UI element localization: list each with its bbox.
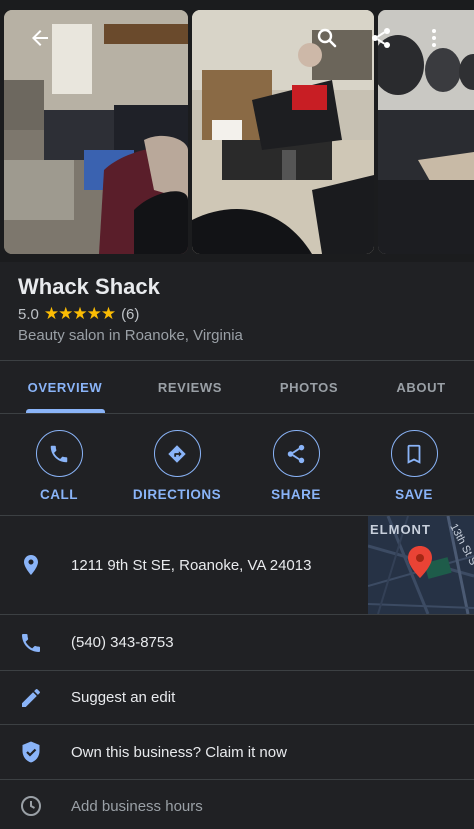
call-label: CALL — [40, 487, 78, 502]
address-text: 1211 9th St SE, Roanoke, VA 24013 — [71, 556, 312, 574]
address-row[interactable]: 1211 9th St SE, Roanoke, VA 24013 ELMONT… — [0, 516, 474, 615]
phone-icon — [0, 631, 62, 655]
tab-reviews[interactable]: REVIEWS — [130, 361, 250, 413]
verified-shield-icon — [0, 740, 62, 764]
save-label: SAVE — [395, 487, 433, 502]
star-rating-icon: ★★★★★ — [43, 304, 116, 323]
save-button[interactable]: SAVE — [359, 430, 469, 502]
place-title: Whack Shack — [18, 274, 160, 299]
share-icon — [272, 430, 320, 477]
tab-photos[interactable]: PHOTOS — [250, 361, 368, 413]
share-button[interactable]: SHARE — [241, 430, 351, 502]
pencil-icon — [0, 686, 62, 710]
place-category: Beauty salon in Roanoke, Virginia — [18, 327, 243, 344]
phone-text: (540) 343-8753 — [71, 634, 174, 651]
clock-icon — [0, 794, 62, 818]
active-tab-indicator — [26, 409, 105, 413]
add-hours-row[interactable]: Add business hours — [0, 780, 474, 829]
tab-bar: OVERVIEW REVIEWS PHOTOS ABOUT — [0, 360, 474, 414]
action-bar: CALL DIRECTIONS SHARE SAVE — [0, 414, 474, 516]
directions-icon — [153, 430, 201, 477]
directions-label: DIRECTIONS — [132, 487, 222, 502]
tab-overview[interactable]: OVERVIEW — [0, 361, 130, 413]
tab-about[interactable]: ABOUT — [368, 361, 474, 413]
share-icon[interactable] — [365, 22, 397, 54]
phone-row[interactable]: (540) 343-8753 — [0, 615, 474, 671]
bookmark-icon — [390, 430, 438, 477]
location-pin-icon — [0, 553, 62, 577]
claim-business-row[interactable]: Own this business? Claim it now — [0, 725, 474, 780]
more-vert-icon[interactable] — [418, 22, 450, 54]
back-arrow-icon[interactable] — [24, 22, 56, 54]
map-thumbnail[interactable]: ELMONT 13th St S — [368, 516, 474, 614]
photo-gallery[interactable] — [0, 0, 474, 262]
rating-row[interactable]: 5.0 ★★★★★ (6) — [18, 304, 139, 324]
suggest-edit-text: Suggest an edit — [71, 689, 176, 706]
search-icon[interactable] — [311, 22, 343, 54]
phone-icon — [35, 430, 83, 477]
rating-value: 5.0 — [18, 305, 39, 323]
call-button[interactable]: CALL — [4, 430, 114, 502]
add-hours-text: Add business hours — [71, 797, 203, 815]
directions-button[interactable]: DIRECTIONS — [122, 430, 232, 502]
share-label: SHARE — [271, 487, 321, 502]
photo-salon-interior-2[interactable] — [192, 10, 374, 254]
suggest-edit-row[interactable]: Suggest an edit — [0, 671, 474, 725]
map-label-neighborhood: ELMONT — [370, 522, 431, 537]
review-count: (6) — [121, 305, 140, 323]
place-header: Whack Shack 5.0 ★★★★★ (6) Beauty salon i… — [0, 262, 474, 360]
claim-text: Own this business? Claim it now — [71, 743, 287, 761]
